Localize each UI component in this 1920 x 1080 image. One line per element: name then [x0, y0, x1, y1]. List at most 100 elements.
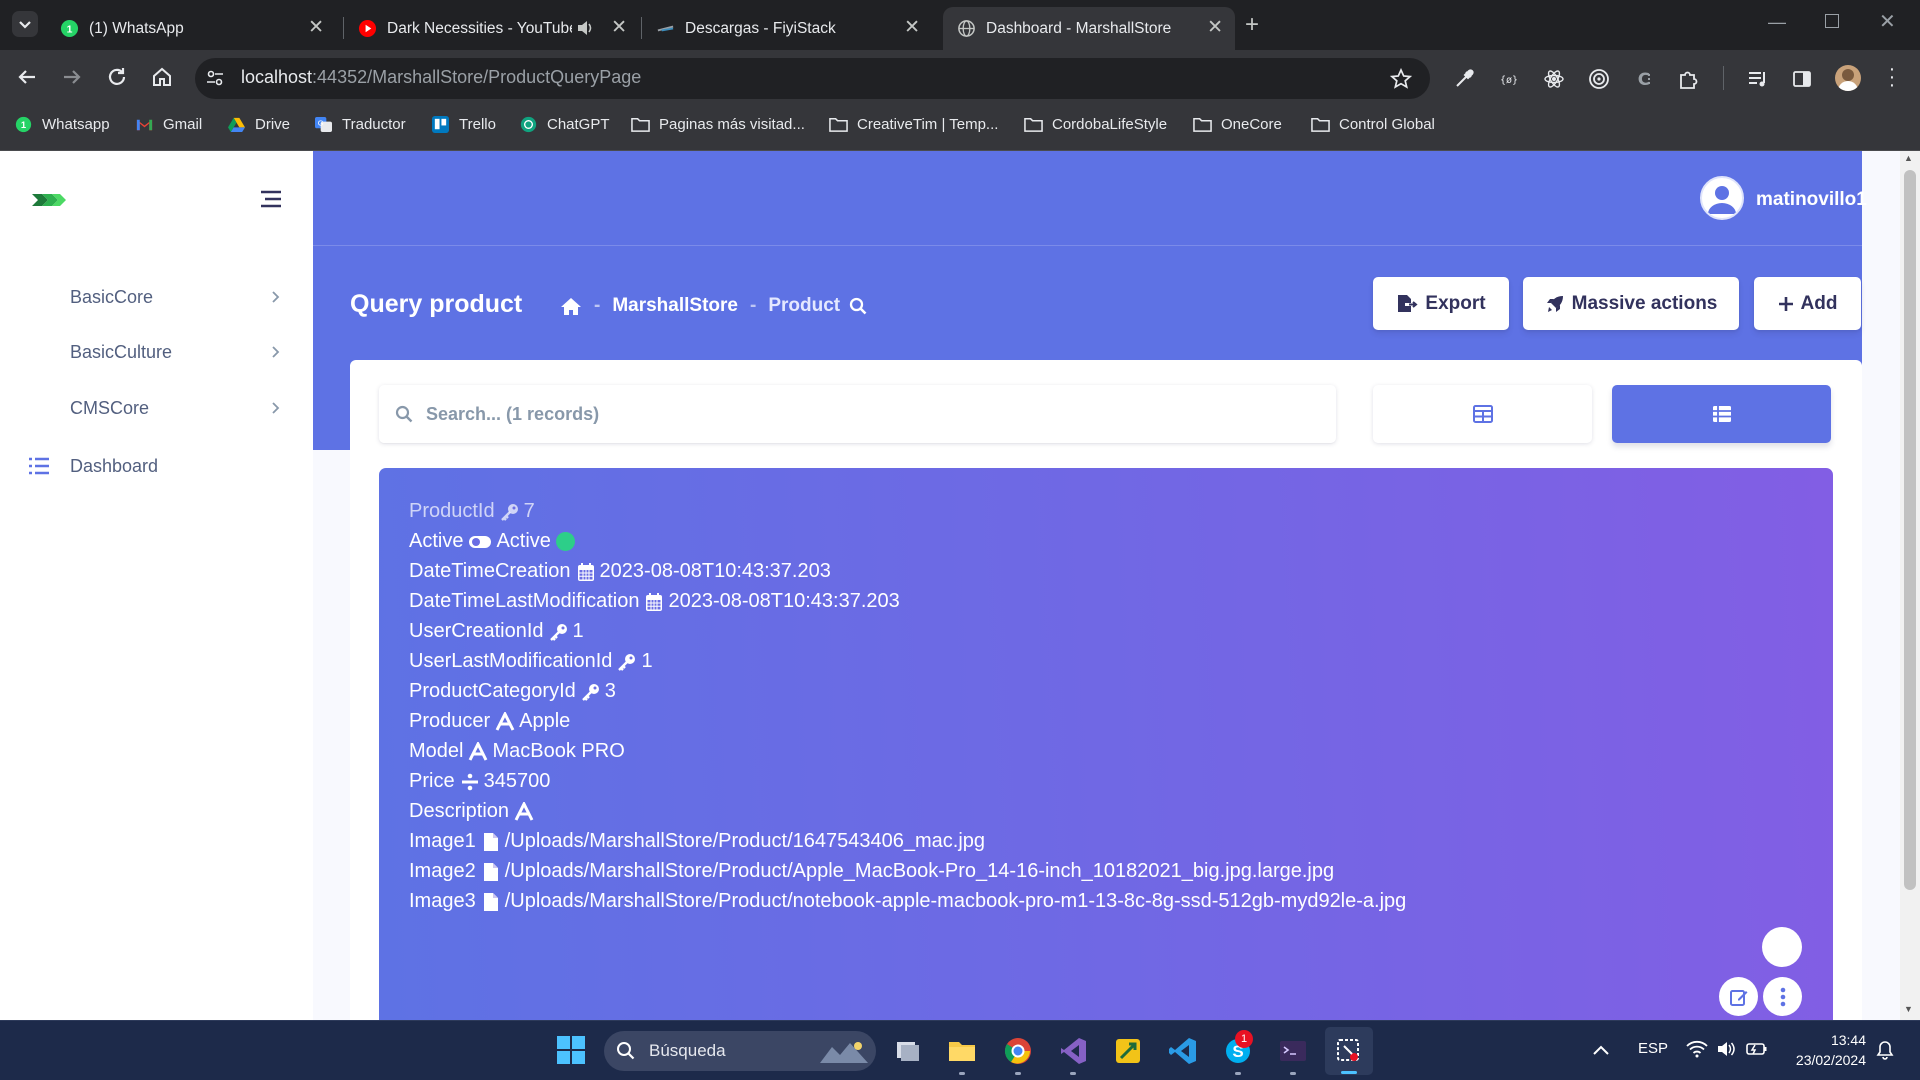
json-extension-icon[interactable]: {ø} [1498, 70, 1520, 88]
chevron-right-icon [272, 291, 280, 303]
bookmark-chatgpt[interactable]: ChatGPT [519, 116, 610, 133]
bookmark-folder-control-global[interactable]: Control Global [1311, 116, 1435, 133]
whatsapp-icon: 1 [15, 116, 32, 133]
search-input[interactable]: Search... (1 records) [379, 385, 1336, 443]
profile-avatar[interactable] [1835, 65, 1861, 91]
bookmark-folder-creativetim[interactable]: CreativeTim | Temp... [829, 116, 998, 133]
toggle-icon [469, 535, 492, 548]
code-extension-icon[interactable]: C [1633, 68, 1655, 90]
list-view-icon [1712, 406, 1731, 422]
tab-close-icon[interactable]: ✕ [904, 18, 920, 38]
field-producer: Producer Apple [409, 710, 571, 732]
windows-start-icon[interactable] [556, 1035, 586, 1065]
tab-close-icon[interactable]: ✕ [1207, 18, 1223, 38]
target-extension-icon[interactable] [1588, 68, 1610, 90]
select-checkbox[interactable] [1762, 927, 1802, 967]
bookmark-star-icon[interactable] [1390, 68, 1412, 90]
extensions-puzzle-icon[interactable] [1678, 68, 1700, 90]
eyedropper-icon[interactable] [1453, 68, 1475, 90]
chevron-up-icon[interactable] [1592, 1044, 1610, 1056]
react-devtools-icon[interactable] [1543, 68, 1565, 90]
app-logo-icon[interactable] [30, 188, 70, 212]
scroll-up-arrow[interactable]: ▲ [1904, 153, 1913, 163]
tab-close-icon[interactable]: ✕ [308, 18, 324, 38]
url-text[interactable]: localhost:44352/MarshallStore/ProductQue… [241, 67, 641, 88]
sidebar-item-dashboard[interactable]: Dashboard [70, 456, 158, 477]
language-indicator[interactable]: ESP [1638, 1040, 1668, 1057]
sql-tool-icon [1116, 1039, 1140, 1063]
window-close-button[interactable]: ✕ [1879, 9, 1896, 34]
minimize-button[interactable]: — [1768, 12, 1786, 33]
taskbar-search[interactable]: Búsqueda [604, 1031, 876, 1071]
notification-bell-icon[interactable] [1876, 1040, 1894, 1060]
taskbar-vscode[interactable] [1168, 1036, 1198, 1066]
taskbar-chrome[interactable] [1003, 1036, 1033, 1066]
tab-close-icon[interactable]: ✕ [611, 18, 627, 38]
taskbar-file-explorer[interactable] [947, 1036, 977, 1066]
edit-button[interactable] [1719, 977, 1758, 1016]
key-icon [618, 653, 636, 671]
bookmark-folder-paginas[interactable]: Paginas más visitad... [631, 116, 805, 133]
taskbar-task-view[interactable] [893, 1036, 923, 1066]
hamburger-menu-icon[interactable] [259, 189, 283, 209]
bookmark-whatsapp[interactable]: 1 Whatsapp [14, 116, 110, 133]
scrollbar-thumb[interactable] [1904, 170, 1916, 890]
forward-icon[interactable] [60, 65, 84, 89]
volume-icon[interactable] [1716, 1040, 1736, 1058]
taskbar-visual-studio[interactable] [1058, 1036, 1088, 1066]
search-icon [617, 1042, 635, 1060]
bookmark-drive[interactable]: Drive [227, 116, 290, 133]
restore-button[interactable] [1825, 14, 1839, 28]
sidebar-item-basicculture[interactable]: BasicCulture [70, 342, 172, 363]
menu-kebab-icon[interactable]: · · · [1887, 59, 1897, 95]
grid-view-button[interactable] [1373, 385, 1592, 443]
taskbar-terminal[interactable] [1278, 1036, 1308, 1066]
tab-fiyistack[interactable]: Descargas - FiyiStack ✕ [642, 7, 932, 50]
page-title: Query product [350, 290, 523, 318]
sidebar-item-cmscore[interactable]: CMSCore [70, 398, 149, 419]
breadcrumb-marshallstore[interactable]: MarshallStore [612, 295, 738, 317]
bookmark-traductor[interactable]: G Traductor [314, 116, 406, 133]
export-button[interactable]: Export [1373, 277, 1509, 330]
folder-icon [631, 118, 650, 132]
back-icon[interactable] [15, 65, 39, 89]
snipping-tool-icon [1337, 1039, 1359, 1061]
bookmark-gmail[interactable]: Gmail [135, 116, 202, 133]
side-panel-icon[interactable] [1791, 68, 1813, 90]
avatar[interactable] [1700, 176, 1744, 220]
field-usercreationid: UserCreationId 1 [409, 620, 584, 642]
taskbar-clock[interactable]: 13:44 23/02/2024 [1786, 1030, 1866, 1070]
tab-search-button[interactable] [12, 11, 38, 37]
tab-whatsapp[interactable]: 1 (1) WhatsApp ✕ [46, 7, 336, 50]
more-options-button[interactable] [1763, 977, 1802, 1016]
new-tab-button[interactable]: + [1245, 13, 1259, 37]
tab-dashboard-marshallstore[interactable]: Dashboard - MarshallStore ✕ [943, 7, 1235, 50]
translate-icon: G [315, 116, 332, 133]
username[interactable]: matinovillo1 [1756, 189, 1867, 211]
file-explorer-icon [949, 1042, 975, 1061]
battery-icon[interactable] [1746, 1040, 1768, 1058]
terminal-icon [1280, 1041, 1306, 1061]
massive-actions-button[interactable]: Massive actions [1523, 277, 1739, 330]
scroll-down-arrow[interactable]: ▼ [1904, 1004, 1913, 1014]
media-control-icon[interactable] [1746, 68, 1768, 90]
list-view-button[interactable] [1612, 385, 1831, 443]
sidebar-item-basiccore[interactable]: BasicCore [70, 287, 153, 308]
text-icon [469, 741, 488, 761]
site-settings-icon[interactable] [205, 68, 225, 88]
tab-youtube[interactable]: Dark Necessities - YouTube ✕ [344, 7, 639, 50]
bookmark-trello[interactable]: Trello [431, 116, 496, 133]
reload-icon[interactable] [105, 65, 129, 89]
bookmark-folder-cordoba[interactable]: CordobaLifeStyle [1024, 116, 1167, 133]
task-view-icon [897, 1042, 919, 1061]
trello-icon [432, 116, 449, 133]
home-icon[interactable] [560, 296, 582, 316]
taskbar-sql-tool[interactable] [1113, 1036, 1143, 1066]
add-button[interactable]: Add [1754, 277, 1861, 330]
bookmark-folder-onecore[interactable]: OneCore [1193, 116, 1282, 133]
taskbar-snipping-tool[interactable] [1334, 1036, 1364, 1066]
wifi-icon[interactable] [1686, 1040, 1708, 1058]
home-icon[interactable] [150, 65, 174, 89]
field-description: Description [409, 800, 538, 823]
speaker-icon[interactable] [576, 19, 594, 37]
